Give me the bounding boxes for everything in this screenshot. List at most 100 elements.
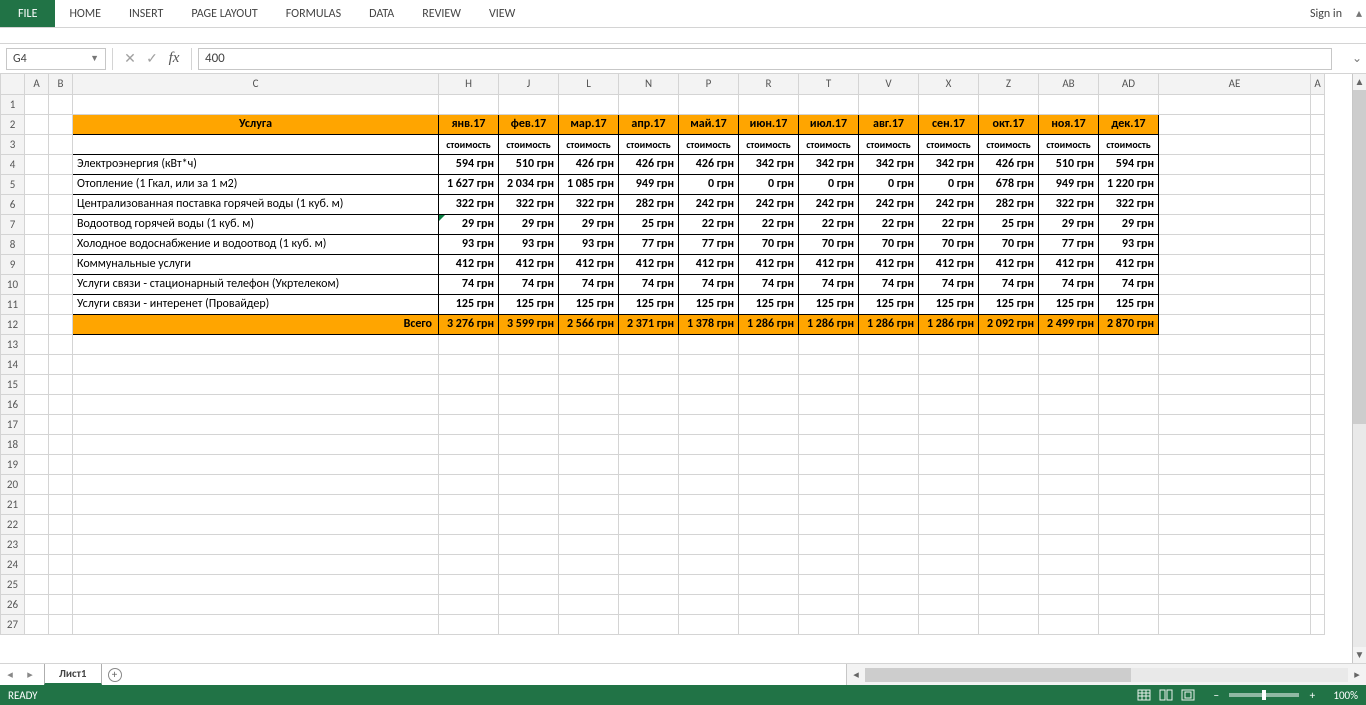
cell[interactable] (25, 554, 49, 574)
ribbon-file-tab[interactable]: FILE (0, 0, 55, 27)
value-cell[interactable]: 426 грн (979, 154, 1039, 174)
cell[interactable] (919, 374, 979, 394)
cell[interactable] (1039, 334, 1099, 354)
cell[interactable] (1159, 134, 1311, 154)
value-cell[interactable]: 0 грн (739, 174, 799, 194)
cell[interactable] (499, 454, 559, 474)
cell[interactable] (1311, 114, 1325, 134)
cell[interactable] (679, 414, 739, 434)
cell[interactable] (1159, 154, 1311, 174)
total-value-cell[interactable]: 1 286 грн (799, 314, 859, 334)
value-cell[interactable]: 426 грн (619, 154, 679, 174)
cell[interactable] (559, 494, 619, 514)
cell[interactable] (25, 494, 49, 514)
cell[interactable] (679, 374, 739, 394)
cell[interactable] (1311, 354, 1325, 374)
value-cell[interactable]: 74 грн (979, 274, 1039, 294)
cell[interactable] (1099, 614, 1159, 634)
cell[interactable] (619, 334, 679, 354)
view-page-layout-icon[interactable] (1155, 687, 1177, 703)
cell[interactable] (73, 534, 439, 554)
value-cell[interactable]: 125 грн (859, 294, 919, 314)
cell[interactable] (1099, 474, 1159, 494)
cell[interactable] (859, 334, 919, 354)
cell[interactable] (919, 554, 979, 574)
cell[interactable] (1159, 314, 1311, 334)
cell[interactable] (439, 534, 499, 554)
cell[interactable] (679, 514, 739, 534)
value-cell[interactable]: 412 грн (859, 254, 919, 274)
vscroll-thumb[interactable] (1353, 90, 1366, 424)
cell[interactable] (25, 454, 49, 474)
total-label-cell[interactable]: Всего (73, 314, 439, 334)
name-box-dropdown-icon[interactable]: ▼ (90, 53, 99, 64)
cell[interactable] (679, 614, 739, 634)
row-header[interactable]: 3 (1, 134, 25, 154)
zoom-out-button[interactable]: − (1209, 689, 1223, 702)
value-cell[interactable]: 70 грн (859, 234, 919, 254)
service-label-cell[interactable]: Коммунальные услуги (73, 254, 439, 274)
cell[interactable] (499, 534, 559, 554)
cell[interactable] (799, 454, 859, 474)
cell[interactable] (679, 594, 739, 614)
cell[interactable] (1099, 574, 1159, 594)
select-all-cell[interactable] (1, 74, 25, 94)
cell[interactable] (1159, 294, 1311, 314)
value-cell[interactable]: 510 грн (1039, 154, 1099, 174)
cell[interactable] (739, 454, 799, 474)
value-cell[interactable]: 322 грн (559, 194, 619, 214)
cell[interactable] (859, 434, 919, 454)
cell[interactable] (499, 514, 559, 534)
cell[interactable] (739, 354, 799, 374)
cell[interactable] (49, 554, 73, 574)
total-value-cell[interactable]: 2 870 грн (1099, 314, 1159, 334)
cell[interactable] (859, 414, 919, 434)
column-header[interactable]: AD (1099, 74, 1159, 94)
cell[interactable] (1159, 594, 1311, 614)
cell[interactable] (25, 354, 49, 374)
cell[interactable] (1311, 334, 1325, 354)
cell[interactable] (619, 614, 679, 634)
cell[interactable] (619, 434, 679, 454)
total-value-cell[interactable]: 2 499 грн (1039, 314, 1099, 334)
cell[interactable] (49, 394, 73, 414)
row-header[interactable]: 15 (1, 374, 25, 394)
cell[interactable] (1159, 534, 1311, 554)
value-cell[interactable]: 242 грн (919, 194, 979, 214)
cell[interactable] (1159, 454, 1311, 474)
column-header[interactable]: AE (1159, 74, 1311, 94)
cell[interactable] (1311, 294, 1325, 314)
cell[interactable] (919, 454, 979, 474)
value-cell[interactable]: 74 грн (499, 274, 559, 294)
cell[interactable] (25, 574, 49, 594)
cell[interactable] (1159, 614, 1311, 634)
cell[interactable] (559, 474, 619, 494)
cell[interactable] (1159, 214, 1311, 234)
cell[interactable] (1159, 354, 1311, 374)
cell[interactable] (739, 334, 799, 354)
insert-function-icon[interactable]: fx (163, 50, 185, 67)
enter-formula-icon[interactable]: ✓ (141, 50, 163, 67)
cell[interactable] (1159, 494, 1311, 514)
cost-subheader-cell[interactable]: стоимость (799, 134, 859, 154)
month-header-cell[interactable]: фев.17 (499, 114, 559, 134)
row-header[interactable]: 4 (1, 154, 25, 174)
total-value-cell[interactable]: 1 286 грн (739, 314, 799, 334)
ribbon-tab-insert[interactable]: INSERT (115, 0, 177, 27)
value-cell[interactable]: 77 грн (1039, 234, 1099, 254)
cell[interactable] (799, 554, 859, 574)
cell[interactable] (49, 514, 73, 534)
cell[interactable] (1099, 534, 1159, 554)
cell[interactable] (919, 414, 979, 434)
value-cell[interactable]: 125 грн (799, 294, 859, 314)
cost-subheader-cell[interactable]: стоимость (1039, 134, 1099, 154)
sheet-tab-active[interactable]: Лист1 (44, 664, 102, 685)
cost-subheader-cell[interactable]: стоимость (739, 134, 799, 154)
total-value-cell[interactable]: 3 276 грн (439, 314, 499, 334)
cell[interactable] (1099, 454, 1159, 474)
cell[interactable] (1039, 534, 1099, 554)
cell[interactable] (1099, 434, 1159, 454)
cell[interactable] (49, 154, 73, 174)
cell[interactable] (859, 554, 919, 574)
cell[interactable] (559, 434, 619, 454)
